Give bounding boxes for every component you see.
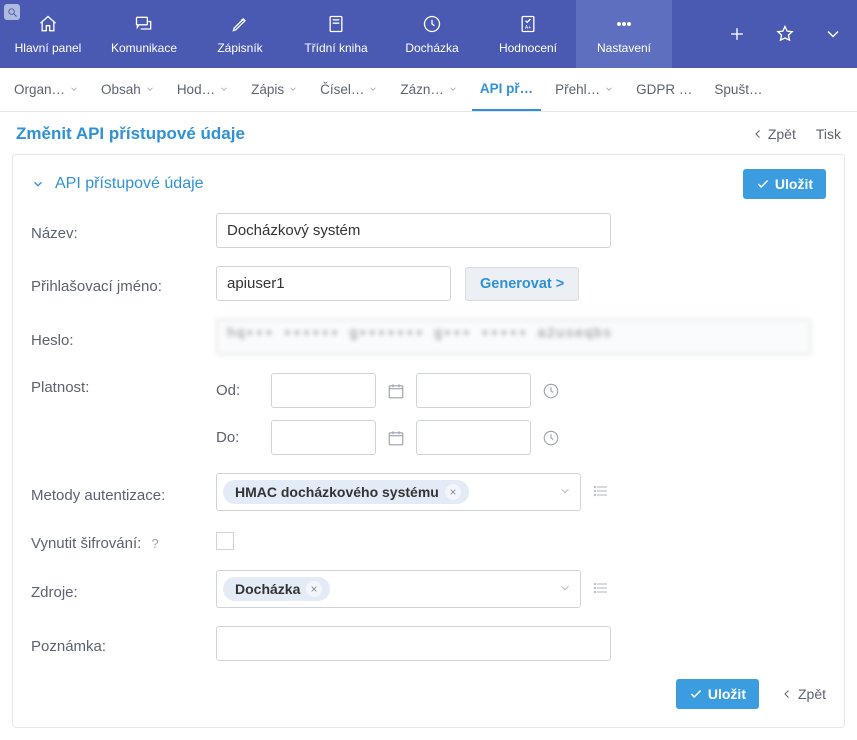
source-chip: Docházka	[223, 577, 330, 601]
label-to: Do:	[216, 429, 261, 446]
list-icon[interactable]	[591, 483, 611, 502]
subtab-content[interactable]: Obsah	[93, 69, 163, 111]
label-auth: Metody autentizace:	[31, 481, 216, 504]
chevron-down-icon	[558, 484, 572, 501]
calendar-icon[interactable]	[386, 381, 406, 401]
chevron-down-icon	[69, 82, 79, 97]
page-title: Změnit API přístupové údaje	[16, 124, 245, 144]
nav-classbook[interactable]: Třídní kniha	[288, 0, 384, 68]
login-input[interactable]	[216, 266, 451, 301]
chevron-down-icon	[219, 82, 229, 97]
remove-chip-icon[interactable]	[445, 484, 461, 500]
chevron-down-icon	[288, 82, 298, 97]
search-icon[interactable]	[4, 4, 20, 20]
chevron-down-icon	[604, 82, 614, 97]
back-label: Zpět	[768, 126, 796, 142]
nav-label: Docházka	[405, 41, 458, 55]
subtab-prehl[interactable]: Přehl…	[547, 69, 622, 111]
name-input[interactable]	[216, 213, 611, 248]
label-password: Heslo:	[31, 326, 216, 349]
dots-icon	[614, 14, 634, 37]
list-icon[interactable]	[591, 580, 611, 599]
label-validity: Platnost:	[31, 373, 216, 396]
expand-icon[interactable]	[809, 0, 857, 68]
nav-label: Hlavní panel	[15, 41, 82, 55]
label-name: Název:	[31, 219, 216, 242]
remove-chip-icon[interactable]	[306, 581, 322, 597]
nav-communication[interactable]: Komunikace	[96, 0, 192, 68]
valid-to-time[interactable]	[416, 420, 531, 455]
title-bar: Změnit API přístupové údaje Zpět Tisk	[0, 112, 857, 154]
panel-collapse-toggle[interactable]: API přístupové údaje	[31, 175, 204, 193]
chevron-down-icon	[448, 82, 458, 97]
generate-button[interactable]: Generovat >	[465, 267, 579, 301]
auth-chip: HMAC docházkového systému	[223, 480, 469, 504]
valid-from-time[interactable]	[416, 373, 531, 408]
subtab-hod[interactable]: Hod…	[169, 69, 237, 111]
valid-from-date[interactable]	[271, 373, 376, 408]
nav-grading[interactable]: A+ Hodnocení	[480, 0, 576, 68]
back-button-bottom[interactable]: Zpět	[781, 686, 826, 702]
nav-label: Třídní kniha	[304, 41, 367, 55]
nav-label: Zápisník	[217, 41, 262, 55]
print-link[interactable]: Tisk	[816, 126, 841, 142]
panel-heading: API přístupové údaje	[55, 175, 204, 193]
label-from: Od:	[216, 382, 261, 399]
calendar-icon[interactable]	[386, 428, 406, 448]
nav-settings[interactable]: Nastavení	[576, 0, 672, 68]
back-link[interactable]: Zpět	[752, 126, 796, 142]
sources-select[interactable]: Docházka	[216, 570, 581, 608]
book-icon	[326, 14, 346, 37]
chevron-down-icon	[558, 581, 572, 598]
auth-method-select[interactable]: HMAC docházkového systému	[216, 473, 581, 511]
grade-icon: A+	[518, 14, 538, 37]
home-icon	[38, 14, 58, 37]
subtabs: Organ… Obsah Hod… Zápis Čísel… Zázn… API…	[0, 68, 857, 112]
password-masked[interactable]: hq••• •••••• g••••••• g••• ••••• a2useqb…	[216, 319, 811, 355]
clock-icon[interactable]	[541, 428, 561, 448]
top-navbar: Hlavní panel Komunikace Zápisník Třídní …	[0, 0, 857, 68]
star-icon[interactable]	[761, 0, 809, 68]
chevron-down-icon	[368, 82, 378, 97]
note-input[interactable]	[216, 626, 611, 661]
add-icon[interactable]	[713, 0, 761, 68]
chevron-down-icon	[145, 82, 155, 97]
svg-text:A+: A+	[525, 25, 531, 31]
nav-label: Nastavení	[597, 41, 651, 55]
pencil-icon	[230, 14, 250, 37]
subtab-spust[interactable]: Spušt…	[706, 69, 770, 111]
form-panel: API přístupové údaje Uložit Název: Přihl…	[12, 154, 845, 728]
subtab-api[interactable]: API př…	[472, 69, 541, 111]
clock-icon[interactable]	[541, 381, 561, 401]
label-sources: Zdroje:	[31, 578, 216, 601]
nav-label: Komunikace	[111, 41, 177, 55]
clock-icon	[422, 14, 442, 37]
subtab-zazn[interactable]: Zázn…	[392, 69, 466, 111]
help-icon[interactable]: ?	[152, 536, 159, 551]
nav-attendance[interactable]: Docházka	[384, 0, 480, 68]
label-login: Přihlašovací jméno:	[31, 272, 216, 295]
subtab-organization[interactable]: Organ…	[6, 69, 87, 111]
label-force-encryption: Vynutit šifrování: ?	[31, 529, 216, 552]
save-button-bottom[interactable]: Uložit	[676, 679, 759, 709]
subtab-gdpr[interactable]: GDPR …	[628, 69, 700, 111]
valid-to-date[interactable]	[271, 420, 376, 455]
subtab-cisel[interactable]: Čísel…	[312, 69, 386, 111]
force-encryption-checkbox[interactable]	[216, 532, 234, 550]
subtab-zapis[interactable]: Zápis	[243, 69, 306, 111]
save-button-top[interactable]: Uložit	[743, 169, 826, 199]
nav-label: Hodnocení	[499, 41, 557, 55]
label-note: Poznámka:	[31, 632, 216, 655]
nav-notebook[interactable]: Zápisník	[192, 0, 288, 68]
chat-icon	[134, 14, 154, 37]
